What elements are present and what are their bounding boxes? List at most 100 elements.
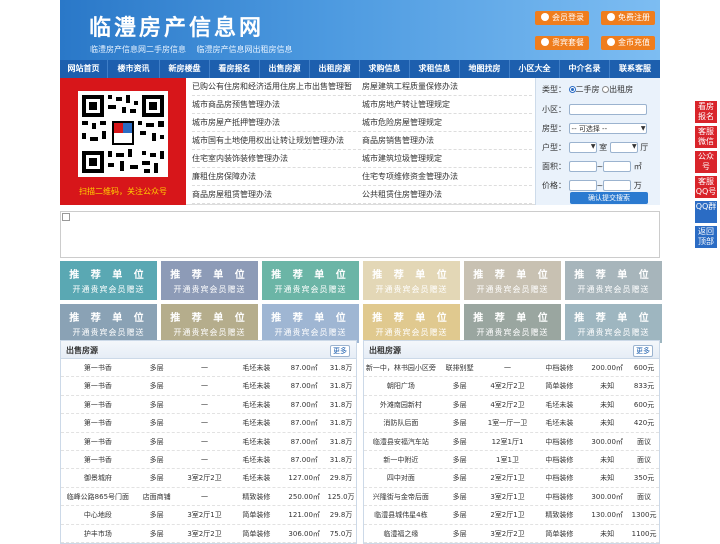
- nav-viewing-signup[interactable]: 看房报名: [210, 60, 260, 78]
- nav-agents[interactable]: 中介名录: [560, 60, 610, 78]
- hall-select[interactable]: ▼: [609, 142, 638, 153]
- side-qq-group[interactable]: QQ群: [695, 201, 717, 223]
- register-button[interactable]: 免费注册: [601, 11, 655, 25]
- nav-contact[interactable]: 联系客服: [610, 60, 660, 78]
- table-cell[interactable]: 新一中附近: [364, 451, 438, 468]
- table-row[interactable]: 临澧县城伟星4栋 多层 2室2厅1卫 精致装修 130.00㎡ 1300元: [364, 506, 659, 525]
- policy-link[interactable]: 公共租赁住房管理办法: [362, 186, 532, 203]
- policy-link[interactable]: 城市房地产转让管理规定: [362, 96, 532, 113]
- table-cell[interactable]: 兴隆街与金帝后面: [364, 488, 438, 505]
- ad-slot[interactable]: 推 荐 单 位开通贵宾会员赠送: [363, 304, 460, 343]
- ad-slot[interactable]: 推 荐 单 位开通贵宾会员赠送: [565, 304, 662, 343]
- table-cell[interactable]: 第一书香: [61, 396, 135, 413]
- policy-link[interactable]: 房屋建筑工程质量保修办法: [362, 78, 532, 95]
- table-row[interactable]: 第一书香 多层 一 毛坯未装 87.00㎡ 31.8万: [61, 359, 356, 378]
- site-logo[interactable]: 临澧房产信息网: [89, 10, 264, 42]
- ad-slot[interactable]: 推 荐 单 位开通贵宾会员赠送: [363, 261, 460, 300]
- policy-link[interactable]: 城市建筑垃圾管理规定: [362, 150, 532, 167]
- table-cell[interactable]: 第一书香: [61, 414, 135, 431]
- table-cell[interactable]: 临澧福之缘: [364, 525, 438, 542]
- policy-link[interactable]: 城市国有土地使用权出让转让规划管理办法: [192, 132, 362, 149]
- policy-link[interactable]: 住宅室内装饰装修管理办法: [192, 150, 362, 167]
- community-input[interactable]: [568, 104, 647, 115]
- price-max-input[interactable]: [603, 180, 632, 191]
- table-cell[interactable]: 四中对面: [364, 469, 438, 486]
- ad-slot[interactable]: 推 荐 单 位开通贵宾会员赠送: [262, 261, 359, 300]
- side-official-account[interactable]: 公众号: [695, 151, 717, 173]
- table-cell[interactable]: 第一书香: [61, 433, 135, 450]
- table-row[interactable]: 第一书香 多层 一 毛坯未装 87.00㎡ 31.8万: [61, 396, 356, 415]
- table-cell[interactable]: 朝阳广场: [364, 377, 438, 394]
- banner-image[interactable]: [60, 211, 660, 258]
- ad-slot[interactable]: 推 荐 单 位开通贵宾会员赠送: [161, 261, 258, 300]
- housetype-select[interactable]: -- 可选择 -- ▼: [568, 123, 647, 134]
- ad-slot[interactable]: 推 荐 单 位开通贵宾会员赠送: [565, 261, 662, 300]
- table-row[interactable]: 护丰市场 多层 3室2厅2卫 简单装修 306.00㎡ 75.0万: [61, 525, 356, 543]
- nav-map[interactable]: 地图找房: [460, 60, 510, 78]
- table-cell[interactable]: 第一书香: [61, 377, 135, 394]
- table-cell[interactable]: 中心地段: [61, 506, 135, 523]
- table-cell[interactable]: 临澧县城伟星4栋: [364, 506, 438, 523]
- policy-link[interactable]: 城市房屋产抵押管理办法: [192, 114, 362, 131]
- table-row[interactable]: 朝阳广场 多层 4室2厅2卫 简单装修 未知 833元: [364, 377, 659, 396]
- radio-rent[interactable]: 出租房: [602, 85, 633, 94]
- table-row[interactable]: 兴隆街与金帝后面 多层 3室2厅1卫 中档装修 300.00㎡ 面议: [364, 488, 659, 507]
- table-cell[interactable]: 第一书香: [61, 451, 135, 468]
- policy-link[interactable]: 城市危险房屋管理规定: [362, 114, 532, 131]
- table-row[interactable]: 中心地段 多层 3室2厅1卫 简单装修 121.00㎡ 29.8万: [61, 506, 356, 525]
- radio-sale[interactable]: 二手房: [568, 85, 600, 94]
- table-row[interactable]: 御景城府 多层 3室2厅2卫 毛坯未装 127.00㎡ 29.8万: [61, 469, 356, 488]
- vip-package-button[interactable]: 贵宾套餐: [535, 36, 589, 50]
- ad-slot[interactable]: 推 荐 单 位开通贵宾会员赠送: [60, 304, 157, 343]
- area-max-input[interactable]: [603, 161, 632, 172]
- rent-more-link[interactable]: 更多: [633, 345, 653, 357]
- policy-link[interactable]: 住宅专项维修资金管理办法: [362, 168, 532, 185]
- sale-more-link[interactable]: 更多: [330, 345, 350, 357]
- area-min-input[interactable]: [568, 161, 597, 172]
- nav-home[interactable]: 网站首页: [60, 60, 108, 78]
- table-cell[interactable]: 御景城府: [61, 469, 135, 486]
- table-cell[interactable]: 护丰市场: [61, 525, 135, 542]
- table-row[interactable]: 临澧福之缘 多层 3室2厅2卫 简单装修 未知 1100元: [364, 525, 659, 543]
- nav-communities[interactable]: 小区大全: [510, 60, 560, 78]
- policy-link[interactable]: 商品房屋租赁管理办法: [192, 186, 362, 203]
- policy-link[interactable]: 商品房销售管理办法: [362, 132, 532, 149]
- table-row[interactable]: 第一书香 多层 一 毛坯未装 87.00㎡ 31.8万: [61, 414, 356, 433]
- table-cell[interactable]: 第一书香: [61, 359, 135, 376]
- table-cell[interactable]: 消防队后面: [364, 414, 438, 431]
- table-row[interactable]: 外滩南园新村 多层 4室2厅2卫 毛坯未装 未知 600元: [364, 396, 659, 415]
- ad-slot[interactable]: 推 荐 单 位开通贵宾会员赠送: [464, 304, 561, 343]
- side-service-wechat[interactable]: 客服微信: [695, 126, 717, 148]
- nav-new-homes[interactable]: 新房楼盘: [160, 60, 210, 78]
- price-min-input[interactable]: [568, 180, 597, 191]
- table-row[interactable]: 第一书香 多层 一 毛坯未装 87.00㎡ 31.8万: [61, 451, 356, 470]
- table-cell[interactable]: 新一中，林书园小区旁: [364, 359, 438, 376]
- policy-link[interactable]: 廉租住房保障办法: [192, 168, 362, 185]
- login-button[interactable]: 会员登录: [535, 11, 589, 25]
- table-row[interactable]: 消防队后面 多层 1室一厅一卫 毛坯未装 未知 420元: [364, 414, 659, 433]
- ad-slot[interactable]: 推 荐 单 位开通贵宾会员赠送: [262, 304, 359, 343]
- ad-slot[interactable]: 推 荐 单 位开通贵宾会员赠送: [161, 304, 258, 343]
- policy-link[interactable]: 已购公有住房和经济适用住房上市出售管理暂: [192, 78, 362, 95]
- table-row[interactable]: 临澧县安福汽车站 多层 12室1厅1 中档装修 300.00㎡ 面议: [364, 433, 659, 451]
- policy-link[interactable]: 城市商品房预售管理办法: [192, 96, 362, 113]
- table-cell[interactable]: 外滩南园新村: [364, 396, 438, 413]
- table-cell[interactable]: 临澧县安福汽车站: [364, 433, 438, 450]
- subtitle-sale[interactable]: 临澧房产信息网二手房信息: [90, 45, 186, 54]
- side-viewing-signup[interactable]: 看房报名: [695, 101, 717, 123]
- nav-rent[interactable]: 出租房源: [310, 60, 360, 78]
- table-row[interactable]: 第一书香 多层 一 毛坯未装 87.00㎡ 31.8万: [61, 377, 356, 396]
- ad-slot[interactable]: 推 荐 单 位开通贵宾会员赠送: [60, 261, 157, 300]
- nav-wanted-buy[interactable]: 求购信息: [360, 60, 410, 78]
- room-select[interactable]: ▼: [568, 142, 597, 153]
- table-row[interactable]: 第一书香 多层 一 毛坯未装 87.00㎡ 31.8万: [61, 433, 356, 451]
- nav-sale[interactable]: 出售房源: [260, 60, 310, 78]
- table-row[interactable]: 四中对面 多层 2室2厅1卫 中档装修 未知 350元: [364, 469, 659, 488]
- nav-wanted-rent[interactable]: 求租信息: [410, 60, 460, 78]
- side-service-qq[interactable]: 客服QQ号: [695, 176, 717, 198]
- side-back-to-top[interactable]: 返回顶部: [695, 226, 717, 248]
- table-row[interactable]: 新一中附近 多层 1室1卫 中档装修 未知 面议: [364, 451, 659, 470]
- table-row[interactable]: 临峰公路865号门面 店面商铺 一 精致装修 250.00㎡ 125.0万: [61, 488, 356, 507]
- ad-slot[interactable]: 推 荐 单 位开通贵宾会员赠送: [464, 261, 561, 300]
- nav-news[interactable]: 楼市资讯: [108, 60, 160, 78]
